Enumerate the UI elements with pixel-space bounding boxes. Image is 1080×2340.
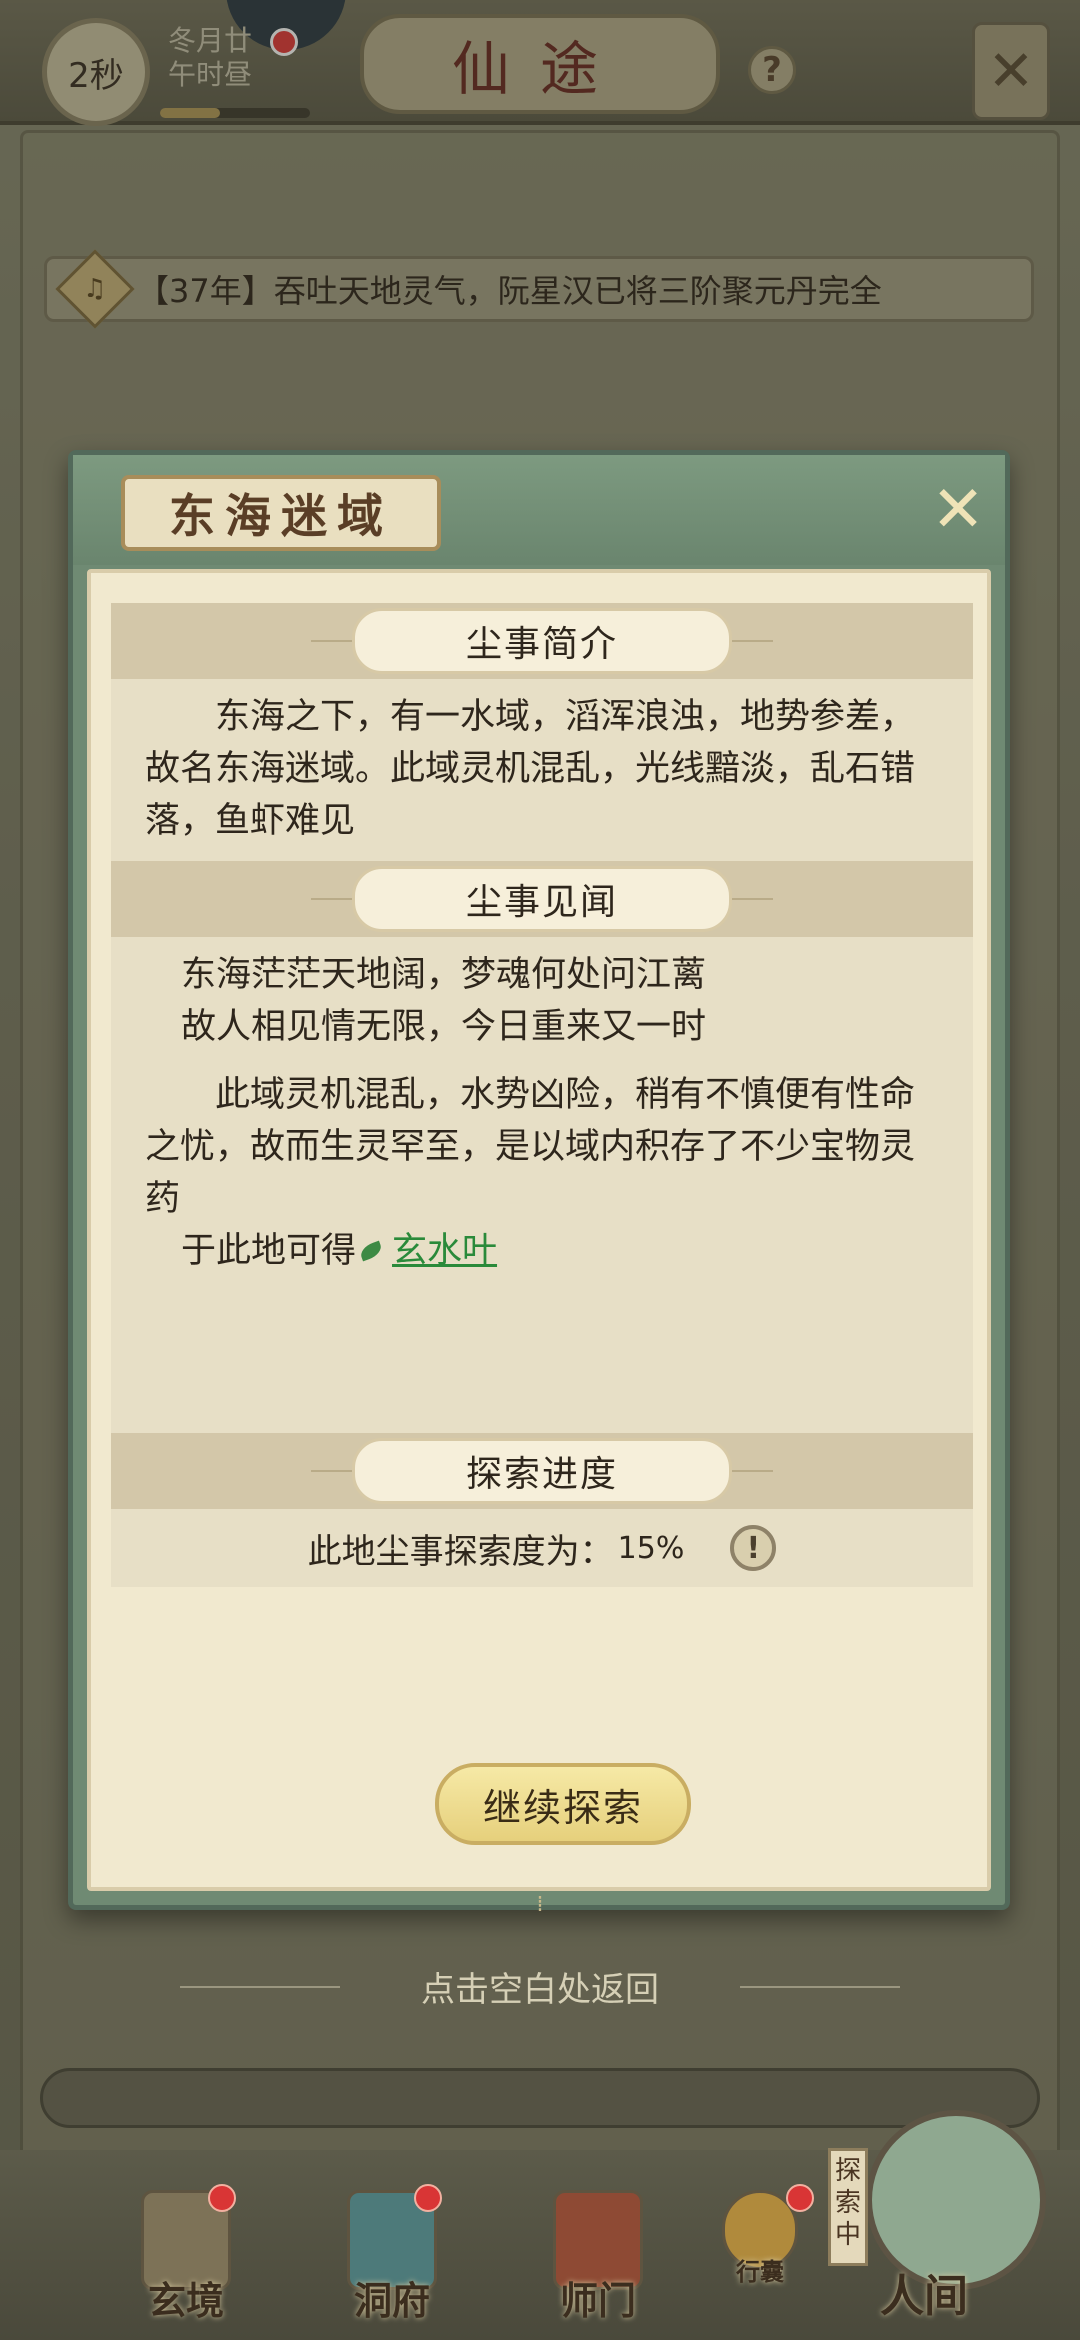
section-title-progress: 探索进度 [352, 1438, 732, 1504]
section-body-intro: 东海之下，有一水域，滔浑浪浊，地势参差，故名东海迷域。此域灵机混乱，光线黯淡，乱… [111, 679, 973, 861]
world-label: 人间 [880, 2271, 968, 2322]
section-body-lore: 东海茫茫天地阔，梦魂何处问江蓠 故人相见情无限，今日重来又一时 此域灵机混乱，水… [111, 937, 973, 1433]
section-header-progress: 探索进度 [111, 1433, 973, 1509]
section-header-intro: 尘事简介 [111, 603, 973, 679]
continue-explore-button[interactable]: 继续探索 [435, 1763, 691, 1845]
location-dialog: 东海迷域 ✕ 尘事简介 东海之下，有一水域，滔浑浪浊，地势参差，故名东海迷域。此… [68, 450, 1010, 1910]
nav-label: 洞府 [353, 2278, 430, 2323]
progress-value: 15% [617, 1530, 685, 1566]
dialog-close-button[interactable]: ✕ [925, 473, 991, 547]
nav-item-xingnang[interactable]: 行囊 [700, 2184, 820, 2287]
nav-label: 师门 [559, 2278, 636, 2323]
nav-scroll-bar [40, 2068, 1040, 2128]
dialog-paper: 尘事简介 东海之下，有一水域，滔浑浪浊，地势参差，故名东海迷域。此域灵机混乱，光… [87, 569, 991, 1891]
dialog-tassel-icon: ⁞ [536, 1892, 544, 1917]
nav-label: 行囊 [736, 2257, 784, 2286]
progress-label: 此地尘事探索度为： [307, 1531, 614, 1572]
section-header-lore: 尘事见闻 [111, 861, 973, 937]
nav-label: 玄境 [147, 2278, 224, 2323]
exploring-status-tag: 探索中 [828, 2148, 868, 2266]
dialog-content: 尘事简介 东海之下，有一水域，滔浑浪浊，地势参差，故名东海迷域。此域灵机混乱，光… [111, 603, 973, 1587]
badge-dot [208, 2184, 236, 2212]
poem-line-1: 东海茫茫天地阔，梦魂何处问江蓠 [181, 955, 707, 995]
tap-to-return-hint: 点击空白处返回 [421, 1970, 659, 2010]
badge-dot [414, 2184, 442, 2212]
lore-paragraph: 此域灵机混乱，水势凶险，稍有不慎便有性命之忧，故而生灵罕至，是以域内积存了不少宝… [145, 1075, 916, 1219]
obtain-line: 于此地可得 玄水叶 [145, 1225, 939, 1277]
obtain-prefix: 于此地可得 [181, 1231, 357, 1271]
herb-link[interactable]: 玄水叶 [392, 1231, 497, 1271]
nav-item-dongfu[interactable]: 洞府 [322, 2184, 462, 2325]
nav-item-shimen[interactable]: 师门 [528, 2190, 668, 2325]
nav-item-xuanjing[interactable]: 玄境 [116, 2184, 256, 2325]
section-title-intro: 尘事简介 [352, 608, 732, 674]
leaf-icon [356, 1240, 386, 1264]
intro-text: 东海之下，有一水域，滔浑浪浊，地势参差，故名东海迷域。此域灵机混乱，光线黯淡，乱… [145, 697, 916, 841]
dialog-title: 东海迷域 [121, 475, 441, 551]
section-title-lore: 尘事见闻 [352, 866, 732, 932]
poem-line-2: 故人相见情无限，今日重来又一时 [181, 1007, 707, 1047]
badge-dot [786, 2184, 814, 2212]
info-alert-icon[interactable]: ! [730, 1525, 777, 1571]
progress-row: 此地尘事探索度为： 15% ! [111, 1509, 973, 1587]
